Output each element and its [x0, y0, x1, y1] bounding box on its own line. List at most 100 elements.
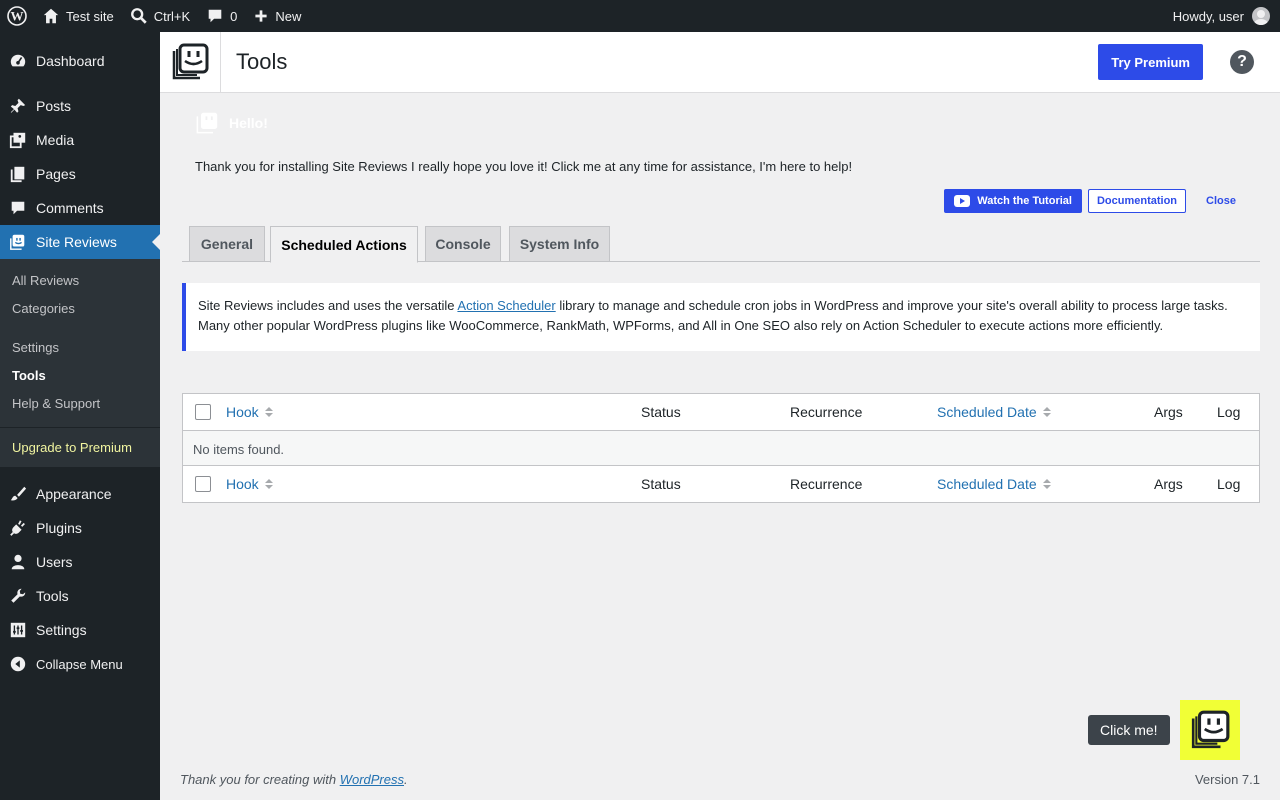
- sidebar-item-label: Plugins: [36, 520, 82, 536]
- submenu-all-reviews[interactable]: All Reviews: [0, 266, 160, 294]
- youtube-icon: [954, 195, 971, 207]
- submenu-tools[interactable]: Tools: [0, 361, 160, 389]
- command-palette-button[interactable]: Ctrl+K: [122, 0, 198, 32]
- wordpress-link[interactable]: WordPress: [340, 772, 404, 787]
- click-me-tooltip[interactable]: Click me!: [1088, 715, 1170, 745]
- tools-tabs: General Scheduled Actions Console System…: [182, 226, 1260, 263]
- column-scheduled-date: Scheduled Date: [937, 476, 1037, 492]
- footer-thanks: Thank you for creating with WordPress.: [180, 772, 408, 787]
- submenu-upgrade-premium[interactable]: Upgrade to Premium: [0, 433, 160, 461]
- watch-tutorial-button[interactable]: Watch the Tutorial: [944, 189, 1082, 213]
- column-scheduled-date-sort-footer[interactable]: Scheduled Date: [937, 466, 1051, 502]
- documentation-button[interactable]: Documentation: [1087, 189, 1187, 213]
- info-text-before: Site Reviews includes and uses the versa…: [198, 298, 458, 313]
- tab-system-info[interactable]: System Info: [509, 226, 610, 262]
- avatar: [1252, 7, 1270, 25]
- action-scheduler-info: Site Reviews includes and uses the versa…: [182, 283, 1260, 351]
- sidebar-item-label: Media: [36, 132, 75, 148]
- site-name-menu[interactable]: Test site: [34, 0, 122, 32]
- svg-text:W: W: [11, 9, 24, 24]
- collapse-menu-button[interactable]: Collapse Menu: [0, 647, 160, 681]
- select-all-checkbox-footer[interactable]: [195, 476, 211, 492]
- wrench-icon: [11, 588, 26, 603]
- search-icon: [130, 8, 147, 24]
- home-icon: [43, 8, 59, 24]
- admin-sidebar: Dashboard Posts Media Pages Comments Sit…: [0, 32, 160, 800]
- footer-thanks-before: Thank you for creating with: [180, 772, 340, 787]
- sidebar-item-label: Settings: [36, 622, 87, 638]
- search-shortcut: Ctrl+K: [153, 8, 191, 24]
- mascot-icon: [196, 112, 218, 134]
- submenu-separator: [0, 322, 160, 333]
- try-premium-button[interactable]: Try Premium: [1098, 44, 1203, 80]
- sidebar-item-site-reviews[interactable]: Site Reviews: [0, 225, 160, 259]
- admin-bar: W Test site Ctrl+K 0 New Howdy, user: [0, 0, 1280, 32]
- column-status: Status: [641, 404, 681, 420]
- sidebar-item-appearance[interactable]: Appearance: [0, 477, 160, 511]
- submenu-categories[interactable]: Categories: [0, 294, 160, 322]
- site-reviews-logo-icon: [172, 43, 209, 80]
- table-header-row: Hook Status Recurrence Scheduled Date Ar…: [183, 394, 1259, 430]
- wordpress-logo-menu[interactable]: W: [0, 0, 34, 32]
- scheduled-actions-table: Hook Status Recurrence Scheduled Date Ar…: [182, 393, 1260, 503]
- sidebar-item-posts[interactable]: Posts: [0, 89, 160, 123]
- sliders-icon: [10, 622, 26, 638]
- column-hook-sort[interactable]: Hook: [226, 394, 273, 430]
- column-scheduled-date: Scheduled Date: [937, 404, 1037, 420]
- comments-menu[interactable]: 0: [198, 0, 245, 32]
- new-content-menu[interactable]: New: [245, 0, 309, 32]
- notice-message: Thank you for installing Site Reviews I …: [195, 159, 853, 174]
- sidebar-item-label: Users: [36, 554, 73, 570]
- submenu-help-support[interactable]: Help & Support: [0, 389, 160, 417]
- watch-tutorial-label: Watch the Tutorial: [977, 195, 1072, 207]
- footer-thanks-after: .: [404, 772, 408, 787]
- tab-general[interactable]: General: [189, 226, 265, 262]
- comment-icon: [208, 9, 222, 23]
- sort-icon: [1042, 407, 1051, 417]
- sidebar-item-media[interactable]: Media: [0, 123, 160, 157]
- help-button[interactable]: ?: [1230, 50, 1254, 74]
- media-icon: [9, 132, 26, 149]
- help-icon: ?: [1237, 53, 1247, 70]
- sidebar-item-label: Tools: [36, 588, 69, 604]
- column-log: Log: [1217, 404, 1241, 420]
- no-items-text: No items found.: [193, 441, 285, 457]
- submenu-settings[interactable]: Settings: [0, 333, 160, 361]
- sidebar-item-label: Appearance: [36, 486, 112, 502]
- footer-version: Version 7.1: [1194, 772, 1260, 787]
- assistant-mascot-button[interactable]: [1180, 700, 1240, 760]
- tab-scheduled-actions[interactable]: Scheduled Actions: [270, 226, 418, 263]
- site-reviews-icon: [10, 234, 25, 250]
- sidebar-item-users[interactable]: Users: [0, 545, 160, 579]
- plug-icon: [10, 520, 25, 536]
- select-all-checkbox[interactable]: [195, 404, 211, 420]
- column-recurrence: Recurrence: [790, 404, 863, 420]
- sidebar-item-label: Posts: [36, 98, 72, 114]
- sidebar-item-label: Comments: [36, 200, 104, 216]
- table-footer-row: Hook Status Recurrence Scheduled Date Ar…: [183, 466, 1259, 502]
- submenu-divider: [0, 417, 160, 428]
- sidebar-item-tools[interactable]: Tools: [0, 579, 160, 613]
- notice-hello: Hello!: [195, 111, 268, 135]
- site-reviews-logo: [160, 32, 221, 92]
- sidebar-item-plugins[interactable]: Plugins: [0, 511, 160, 545]
- column-hook-sort-footer[interactable]: Hook: [226, 466, 273, 502]
- plus-icon: [255, 10, 268, 22]
- sidebar-item-settings[interactable]: Settings: [0, 613, 160, 647]
- sidebar-item-label: Pages: [36, 166, 76, 182]
- collapse-menu-label: Collapse Menu: [36, 656, 123, 672]
- page-title: Tools: [236, 49, 288, 74]
- hello-text: Hello!: [229, 115, 268, 131]
- close-notice-button[interactable]: Close: [1192, 195, 1250, 207]
- sidebar-item-dashboard[interactable]: Dashboard: [0, 44, 160, 78]
- sort-icon: [264, 479, 273, 489]
- howdy-text: Howdy, user: [1172, 8, 1244, 24]
- tab-console[interactable]: Console: [425, 226, 501, 262]
- sidebar-item-comments[interactable]: Comments: [0, 191, 160, 225]
- user-icon: [11, 554, 25, 570]
- sort-icon: [1042, 479, 1051, 489]
- my-account-menu[interactable]: Howdy, user: [1173, 7, 1280, 25]
- action-scheduler-link[interactable]: Action Scheduler: [457, 298, 555, 313]
- column-scheduled-date-sort[interactable]: Scheduled Date: [937, 394, 1051, 430]
- sidebar-item-pages[interactable]: Pages: [0, 157, 160, 191]
